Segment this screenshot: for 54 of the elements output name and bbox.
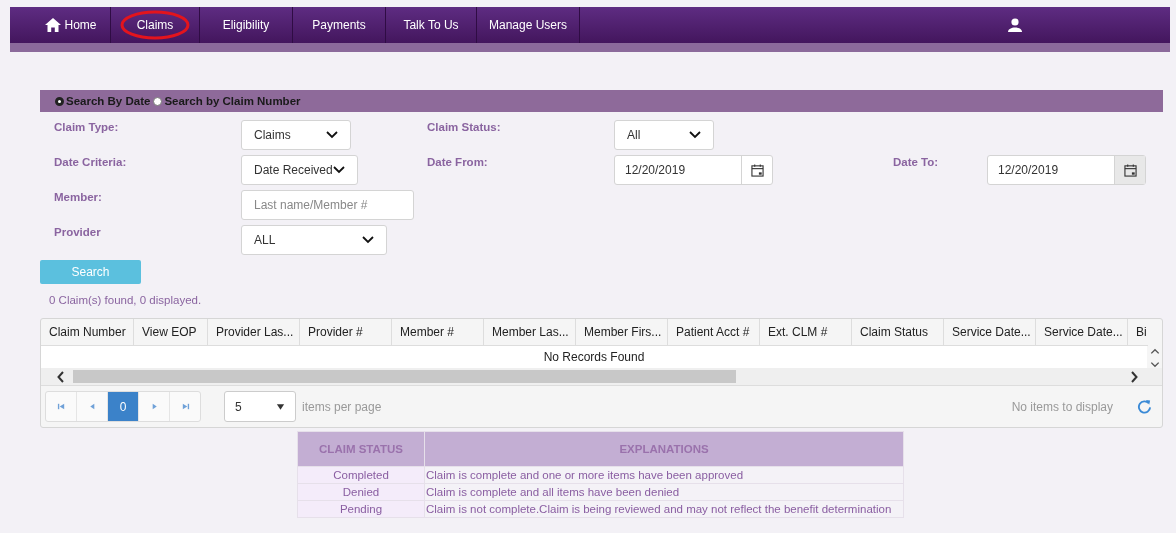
scroll-right-icon[interactable] bbox=[1130, 370, 1138, 383]
column-header[interactable]: Patient Acct # bbox=[668, 319, 760, 345]
last-page-icon bbox=[180, 402, 190, 411]
scroll-left-icon[interactable] bbox=[57, 370, 65, 383]
empty-message: No Records Found bbox=[543, 350, 645, 364]
date-field[interactable]: 12/20/2019 bbox=[987, 155, 1146, 185]
field-label: Claim Type: bbox=[54, 120, 120, 135]
column-header[interactable]: View EOP bbox=[134, 319, 208, 345]
chevron-down-icon bbox=[326, 131, 338, 139]
search-mode-radio[interactable]: Search by Claim Number bbox=[150, 95, 301, 107]
refresh-icon[interactable] bbox=[1137, 399, 1152, 414]
field-label: Date To: bbox=[893, 155, 940, 170]
calendar-icon bbox=[1123, 163, 1137, 177]
column-header[interactable]: Claim Status bbox=[852, 319, 944, 345]
column-header[interactable]: Provider # bbox=[300, 319, 392, 345]
column-header[interactable]: Member Firs... bbox=[576, 319, 668, 345]
page-size-dropdown[interactable]: 5 bbox=[224, 391, 296, 422]
legend-header: EXPLANATIONS bbox=[424, 431, 904, 467]
field-label: Member: bbox=[54, 190, 103, 205]
field-label: Provider bbox=[54, 225, 102, 240]
vertical-scroll-arrows-icon[interactable] bbox=[1149, 346, 1161, 370]
dropdown[interactable]: Claims bbox=[241, 120, 351, 150]
legend-header: CLAIM STATUS bbox=[297, 431, 425, 467]
column-header[interactable]: Service Date... bbox=[944, 319, 1036, 345]
first-page-icon bbox=[56, 402, 66, 411]
chevron-down-icon bbox=[362, 236, 374, 244]
column-header[interactable]: Member Las... bbox=[484, 319, 576, 345]
column-header[interactable]: Claim Number bbox=[41, 319, 134, 345]
column-header[interactable]: Provider Las... bbox=[208, 319, 300, 345]
calendar-icon bbox=[750, 163, 764, 177]
items-per-page-label: items per page bbox=[302, 399, 382, 414]
dropdown[interactable]: ALL bbox=[241, 225, 387, 255]
result-summary: 0 Claim(s) found, 0 displayed. bbox=[49, 294, 203, 306]
field-label: Date From: bbox=[427, 155, 489, 170]
dropdown[interactable]: Date Received bbox=[241, 155, 358, 185]
field-label: Claim Status: bbox=[427, 120, 502, 135]
column-header[interactable]: Member # bbox=[392, 319, 484, 345]
previous-page-icon bbox=[87, 402, 97, 411]
pager-status: No items to display bbox=[1011, 399, 1113, 414]
chevron-down-icon bbox=[333, 166, 345, 174]
column-header[interactable]: Ext. CLM # bbox=[760, 319, 852, 345]
dropdown[interactable]: All bbox=[614, 120, 714, 150]
search-mode-radio[interactable]: Search By Date bbox=[55, 95, 151, 107]
user-icon[interactable] bbox=[1008, 18, 1022, 32]
member-field[interactable]: Last name/Member # bbox=[241, 190, 414, 220]
page-number-button[interactable]: 0 bbox=[108, 392, 139, 421]
horizontal-scrollbar[interactable] bbox=[41, 368, 1162, 386]
field-label: Date Criteria: bbox=[54, 155, 128, 170]
caret-icon bbox=[276, 403, 285, 410]
chevron-down-icon bbox=[689, 131, 701, 139]
column-header[interactable]: Service Date... bbox=[1036, 319, 1128, 345]
column-header[interactable]: Bi bbox=[1128, 319, 1148, 345]
home-icon bbox=[45, 18, 62, 32]
date-field[interactable]: 12/20/2019 bbox=[614, 155, 773, 185]
